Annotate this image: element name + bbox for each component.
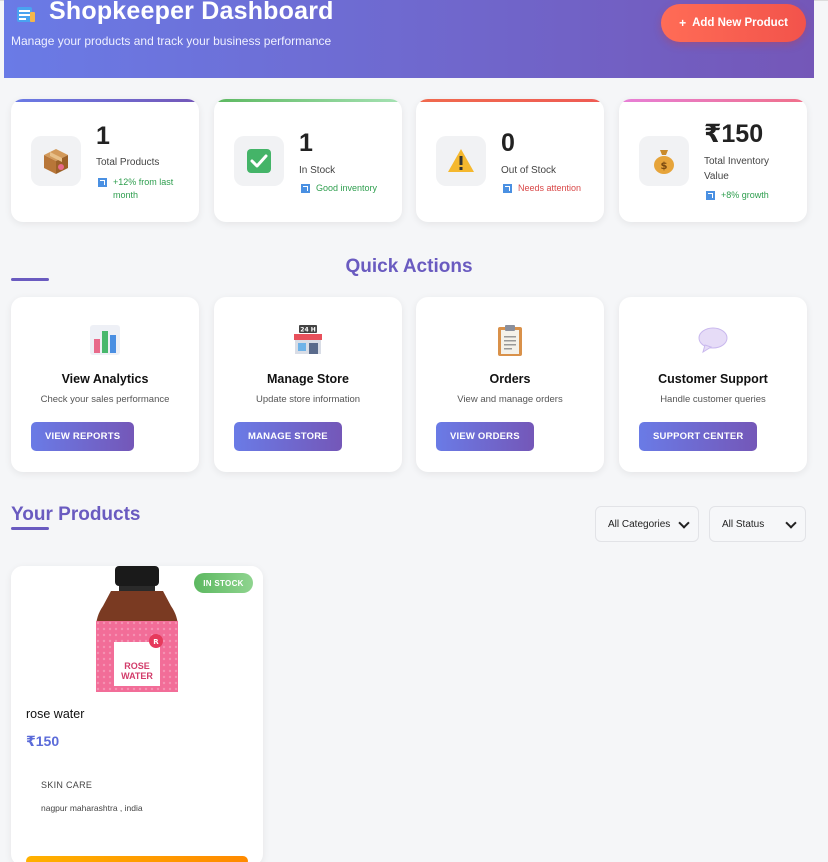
- quick-action-desc: Update store information: [255, 394, 361, 405]
- view-orders-button[interactable]: VIEW ORDERS: [436, 422, 534, 451]
- product-name: rose water: [26, 707, 85, 721]
- svg-text:$: $: [661, 161, 668, 172]
- stat-trend: Needs attention: [503, 182, 581, 195]
- trend-up-icon: [706, 191, 715, 200]
- notepad-icon: [17, 7, 35, 22]
- money-bag-icon: $: [639, 136, 689, 186]
- clipboard-icon: [416, 323, 604, 357]
- stat-card-total-products: 1 Total Products +12% from last month: [11, 99, 199, 222]
- quick-action-name: Customer Support: [658, 372, 768, 386]
- stat-trend-text: Needs attention: [518, 183, 582, 193]
- add-new-product-label: Add New Product: [692, 17, 788, 29]
- quick-actions-title: Quick Actions: [345, 256, 473, 277]
- card-accent: [214, 99, 402, 102]
- quick-action-desc: Handle customer queries: [660, 394, 766, 405]
- add-new-product-button[interactable]: + Add New Product: [661, 4, 806, 42]
- manage-store-button[interactable]: MANAGE STORE: [234, 422, 342, 451]
- product-price: ₹150: [26, 733, 60, 749]
- stat-trend-text: +8% growth: [721, 190, 769, 200]
- stat-trend-text: +12% from last month: [113, 177, 174, 200]
- stat-value: ₹150: [704, 120, 764, 148]
- section-underline: [11, 527, 49, 530]
- quick-action-orders: Orders View and manage orders VIEW ORDER…: [416, 297, 604, 472]
- stat-label: Total Inventory Value: [704, 156, 770, 182]
- chevron-down-icon: [678, 518, 690, 530]
- stat-card-in-stock: 1 In Stock Good inventory: [214, 99, 402, 222]
- product-category: SKIN CARE: [41, 780, 93, 790]
- store-icon: 24 H: [214, 323, 402, 357]
- card-accent: [11, 99, 199, 102]
- status-filter-select[interactable]: All Status: [709, 506, 806, 542]
- card-accent: [416, 99, 604, 102]
- quick-action-support: Customer Support Handle customer queries…: [619, 297, 807, 472]
- quick-action-desc: Check your sales performance: [40, 394, 170, 405]
- page-title: Shopkeeper Dashboard: [49, 0, 334, 25]
- svg-text:R: R: [153, 638, 159, 646]
- package-icon: [31, 136, 81, 186]
- support-center-button[interactable]: SUPPORT CENTER: [639, 422, 758, 451]
- svg-text:WATER: WATER: [121, 671, 153, 681]
- status-badge: IN STOCK: [194, 573, 253, 593]
- stat-card-inventory-value: $ ₹150 Total Inventory Value +8% growth: [619, 99, 807, 222]
- products-title: Your Products: [11, 504, 141, 525]
- stat-card-out-of-stock: 0 Out of Stock Needs attention: [416, 99, 604, 222]
- view-reports-button[interactable]: VIEW REPORTS: [31, 422, 135, 451]
- quick-action-name: View Analytics: [61, 372, 149, 386]
- section-underline: [11, 278, 49, 281]
- page-subtitle: Manage your products and track your busi…: [11, 34, 332, 48]
- warning-icon: [436, 136, 486, 186]
- product-card[interactable]: ROSE WATER R IN STOCK rose water ₹150 SK…: [11, 566, 263, 862]
- dashboard-header: Shopkeeper Dashboard Manage your product…: [4, 0, 814, 78]
- quick-action-name: Orders: [489, 372, 531, 386]
- check-icon: [234, 136, 284, 186]
- quick-action-name: Manage Store: [267, 372, 349, 386]
- stat-label: In Stock: [299, 165, 336, 176]
- stat-trend: +12% from last month: [98, 176, 193, 202]
- stat-value: 1: [96, 122, 110, 150]
- product-location: nagpur maharashtra , india: [41, 803, 143, 813]
- speech-bubble-icon: [619, 323, 807, 357]
- stat-label: Out of Stock: [501, 165, 557, 176]
- stat-trend-text: Good inventory: [316, 183, 378, 193]
- stat-value: 1: [299, 129, 313, 157]
- bar-chart-icon: [11, 323, 199, 357]
- quick-action-analytics: View Analytics Check your sales performa…: [11, 297, 199, 472]
- quick-action-desc: View and manage orders: [457, 394, 563, 405]
- product-action-button[interactable]: [26, 856, 248, 862]
- stat-trend: Good inventory: [301, 182, 377, 195]
- stat-trend: +8% growth: [706, 189, 769, 202]
- trend-down-icon: [503, 184, 512, 193]
- svg-text:ROSE: ROSE: [124, 661, 150, 671]
- svg-text:24 H: 24 H: [300, 327, 315, 334]
- status-filter-value: All Status: [722, 518, 765, 530]
- stat-label: Total Products: [96, 157, 160, 168]
- chevron-down-icon: [785, 518, 797, 530]
- trend-up-icon: [301, 184, 310, 193]
- stat-value: 0: [501, 129, 515, 157]
- plus-icon: +: [679, 16, 687, 30]
- category-filter-select[interactable]: All Categories: [595, 506, 699, 542]
- trend-up-icon: [98, 178, 107, 187]
- category-filter-value: All Categories: [608, 518, 671, 530]
- card-accent: [619, 99, 807, 102]
- quick-action-store: 24 H Manage Store Update store informati…: [214, 297, 402, 472]
